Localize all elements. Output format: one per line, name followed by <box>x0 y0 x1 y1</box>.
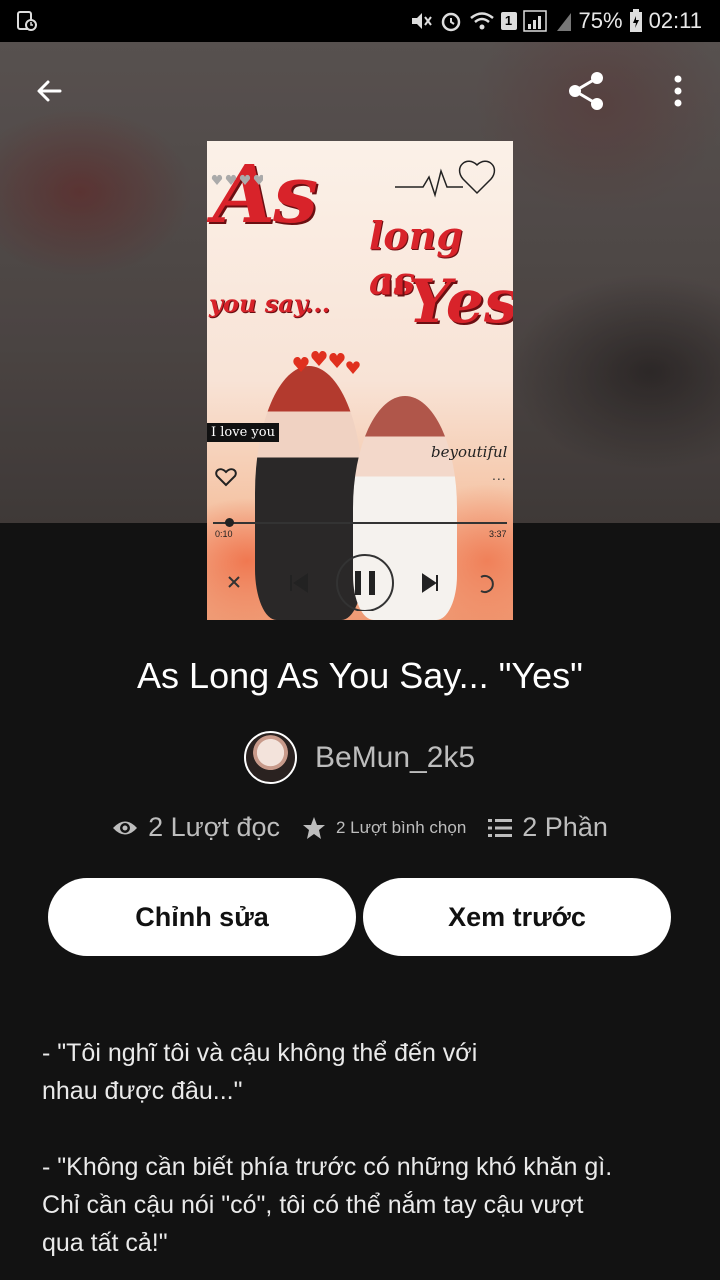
status-bar: 1 75% 02:11 <box>0 0 720 42</box>
book-description: - "Tôi nghĩ tôi và cậu không thể đến với… <box>42 1034 642 1280</box>
stat-reads-label: 2 Lượt đọc <box>148 812 280 842</box>
small-hearts-icon <box>211 174 263 185</box>
book-title: As Long As You Say... "Yes" <box>137 655 583 696</box>
heartbeat-icon <box>395 160 496 198</box>
battery-percent: 75% <box>578 8 623 33</box>
share-icon <box>569 72 603 110</box>
cover-dots: ... <box>492 467 507 483</box>
book-cover[interactable]: As long as you say... "Yes" I love you b… <box>207 141 513 620</box>
list-icon <box>488 818 513 837</box>
sim-badge: 1 <box>500 12 517 30</box>
star-icon <box>303 816 325 839</box>
back-button[interactable] <box>25 67 73 115</box>
notification-icon <box>17 11 37 31</box>
battery-icon <box>629 9 642 32</box>
stat-votes: 2 Lượt bình chọn <box>302 816 466 840</box>
cover-caption-i-love-you: I love you <box>207 423 279 442</box>
player-progress-knob <box>225 518 234 527</box>
clock: 02:11 <box>648 8 702 33</box>
cover-text-yes: "Yes" <box>377 267 513 337</box>
signal-icon-2 <box>556 13 571 31</box>
cover-text-as: As <box>213 147 318 241</box>
mute-icon <box>411 13 432 29</box>
player-time-end: 3:37 <box>489 529 507 539</box>
preview-button[interactable]: Xem trước <box>363 878 671 956</box>
back-arrow-icon <box>37 80 62 102</box>
author-row[interactable]: BeMun_2k5 <box>244 731 475 784</box>
author-name[interactable]: BeMun_2k5 <box>315 741 475 775</box>
stat-reads: 2 Lượt đọc <box>112 812 280 843</box>
share-button[interactable] <box>562 67 610 115</box>
more-options-button[interactable] <box>654 67 702 115</box>
stats-row: 2 Lượt đọc 2 Lượt bình chọn 2 Phần <box>0 812 720 843</box>
stat-parts: 2 Phần <box>488 812 608 843</box>
edit-button[interactable]: Chỉnh sửa <box>48 878 356 956</box>
description-paragraph-1: - "Tôi nghĩ tôi và cậu không thể đến với… <box>42 1039 478 1105</box>
description-paragraph-2: - "Không cần biết phía trước có những kh… <box>42 1153 613 1257</box>
player-controls-icon <box>228 554 494 611</box>
more-vertical-icon <box>674 75 682 107</box>
wifi-icon <box>469 12 494 30</box>
author-avatar[interactable] <box>244 731 297 784</box>
stat-parts-label: 2 Phần <box>522 812 608 842</box>
alarm-icon <box>441 12 460 32</box>
player-progress-track <box>213 522 507 524</box>
eye-icon <box>113 821 138 834</box>
heart-outline-icon <box>215 468 237 487</box>
signal-icon <box>522 10 547 32</box>
cover-caption-beautiful: beyoutiful <box>431 443 508 461</box>
status-left <box>16 10 38 32</box>
status-right: 1 75% 02:11 <box>409 8 702 34</box>
cover-text-you-say: you say... <box>209 289 331 318</box>
player-time-start: 0:10 <box>215 529 233 539</box>
stat-votes-label: 2 Lượt bình chọn <box>336 817 467 837</box>
hearts-crown-icon <box>293 351 360 374</box>
